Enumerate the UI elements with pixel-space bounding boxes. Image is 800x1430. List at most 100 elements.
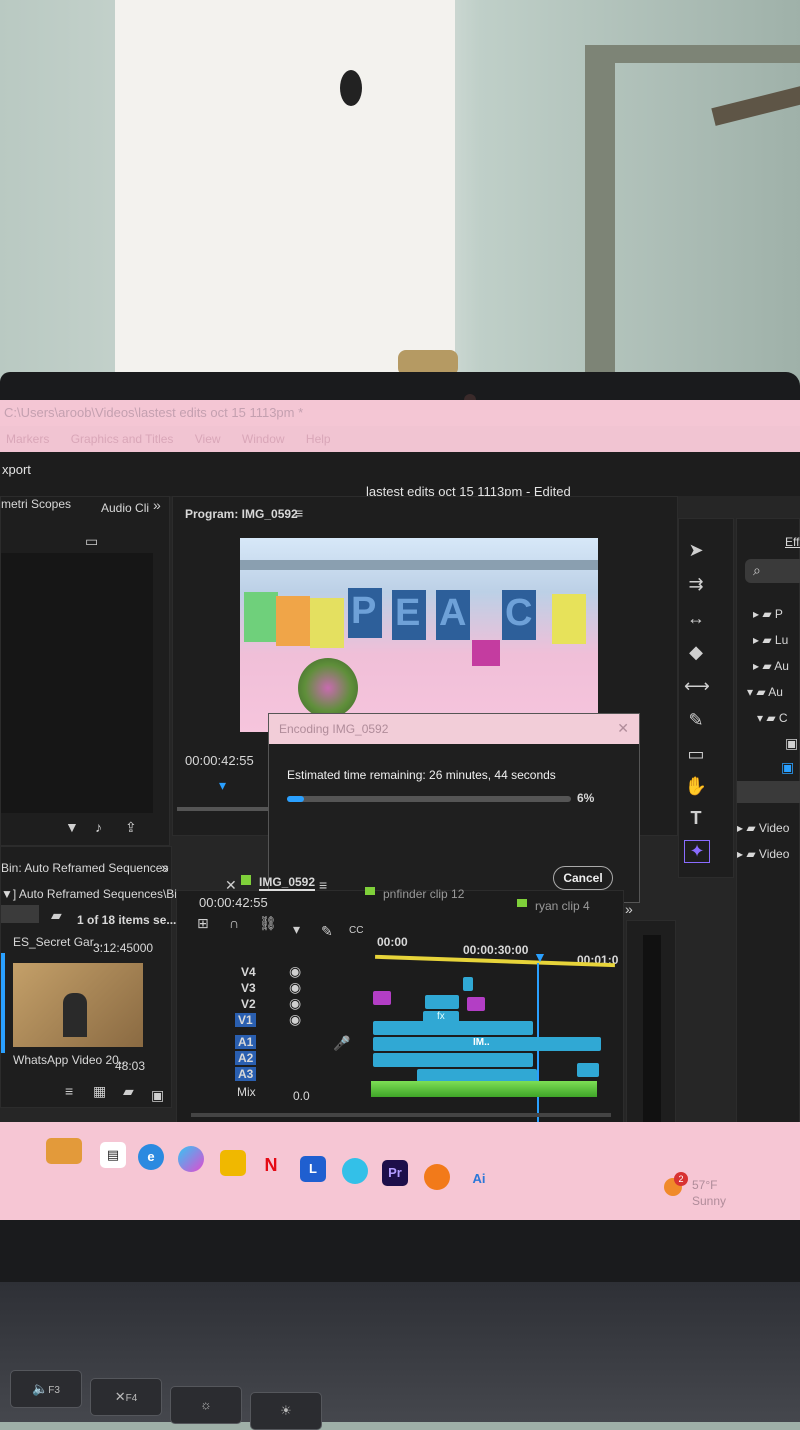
rectangle-tool-icon[interactable]: ▭ (684, 744, 708, 765)
eye-icon[interactable]: ◉ (289, 995, 301, 1012)
timeline-clip[interactable] (373, 1053, 533, 1067)
panel-overflow-icon[interactable]: » (625, 901, 633, 917)
export-tab[interactable]: xport (2, 462, 31, 477)
filter-icon[interactable]: ▼ (65, 819, 79, 835)
ripple-edit-tool-icon[interactable]: ↔ (684, 608, 708, 629)
eye-icon[interactable]: ◉ (289, 963, 301, 980)
effect-item-icon[interactable]: ▣ (785, 735, 798, 752)
cancel-button[interactable]: Cancel (553, 866, 613, 890)
menu-view[interactable]: View (195, 432, 221, 446)
timeline-scrollbar[interactable] (191, 1113, 611, 1117)
track-select-tool-icon[interactable]: ⇉ (684, 574, 708, 595)
bin-search-input[interactable] (1, 905, 39, 923)
tab-pnfinder-clip[interactable]: pnfinder clip 12 (383, 887, 464, 901)
close-icon[interactable]: ✕ (617, 720, 629, 737)
timeline-clip[interactable] (463, 977, 473, 991)
list-view-icon[interactable]: ≡ (65, 1083, 73, 1099)
track-v1[interactable]: V1 (235, 1013, 256, 1027)
key-f3[interactable]: 🔈F3 (10, 1370, 82, 1408)
folder-video-effects[interactable]: ▸ ▰ Video (737, 821, 789, 835)
bin-item-name[interactable]: ES_Secret Gar... (13, 935, 103, 949)
voiceover-mic-icon[interactable]: 🎤 (333, 1035, 350, 1052)
captions-icon[interactable]: CC (349, 925, 363, 936)
slip-tool-icon[interactable]: ⟷ (684, 676, 710, 697)
firefox-icon[interactable] (424, 1164, 450, 1190)
copilot-icon[interactable] (178, 1146, 204, 1172)
weather-temp[interactable]: 57°F (692, 1178, 717, 1192)
effect-item-selected[interactable] (737, 781, 800, 803)
task-view-icon[interactable]: ▤ (100, 1142, 126, 1168)
tab-ryan-clip[interactable]: ryan clip 4 (535, 899, 590, 913)
weather-icon[interactable]: 2 (664, 1172, 688, 1196)
linked-selection-icon[interactable]: ⛓ (259, 915, 277, 932)
new-bin-icon[interactable]: ▰ (51, 907, 62, 924)
hand-tool-icon[interactable]: ✋ (684, 776, 708, 797)
generative-tool-icon[interactable]: ✦ (684, 840, 710, 863)
track-a1[interactable]: A1 (235, 1035, 257, 1049)
sequence-menu-icon[interactable]: ≡ (319, 877, 327, 893)
key-brightness-up[interactable]: ☀ (250, 1392, 322, 1430)
premiere-pro-icon[interactable]: Pr (382, 1160, 408, 1186)
tab-lumetri-scopes[interactable]: metri Scopes (1, 497, 71, 511)
effects-search-input[interactable]: ⌕ (745, 559, 800, 583)
panel-overflow-icon[interactable]: » (153, 497, 161, 513)
track-v2[interactable]: V2 (241, 997, 256, 1011)
playhead-marker-icon[interactable]: ▾ (219, 777, 226, 794)
new-bin-icon[interactable]: ▰ (123, 1083, 134, 1100)
key-brightness-down[interactable]: ☼ (170, 1386, 242, 1424)
file-explorer-icon[interactable] (220, 1150, 246, 1176)
program-menu-icon[interactable]: ≡ (295, 505, 303, 521)
timeline-clip[interactable] (577, 1063, 599, 1077)
timeline-timecode[interactable]: 00:00:42:55 (199, 895, 268, 910)
program-timecode[interactable]: 00:00:42:55 (185, 753, 254, 768)
timeline-clip[interactable] (373, 991, 391, 1005)
folder-video-transitions[interactable]: ▸ ▰ Video (737, 847, 789, 861)
tab-img-0592[interactable]: IMG_0592 (259, 875, 316, 891)
bin-item-thumbnail[interactable] (13, 963, 143, 1047)
type-tool-icon[interactable]: T (684, 808, 708, 829)
pen-tool-icon[interactable]: ✎ (684, 710, 708, 731)
nest-sequence-icon[interactable]: ⊞ (197, 915, 209, 932)
track-v3[interactable]: V3 (241, 981, 256, 995)
snap-icon[interactable]: ∩ (229, 915, 239, 931)
weather-desc[interactable]: Sunny (692, 1194, 726, 1208)
panel-layout-icon[interactable]: ▭ (85, 533, 98, 550)
timeline-clip[interactable] (467, 997, 485, 1011)
close-icon[interactable]: ✕ (225, 877, 237, 894)
menu-graphics[interactable]: Graphics and Titles (71, 432, 174, 446)
netflix-icon[interactable]: N (258, 1152, 284, 1178)
folder-audio-transitions[interactable]: ▾ ▰ Au (747, 685, 783, 699)
folder-audio-effects[interactable]: ▸ ▰ Au (753, 659, 789, 673)
track-a2[interactable]: A2 (235, 1051, 257, 1065)
app-l-icon[interactable]: L (300, 1156, 326, 1182)
illustrator-icon[interactable]: Ai (466, 1166, 492, 1192)
tab-effects[interactable]: Effe (785, 535, 800, 549)
menu-help[interactable]: Help (306, 432, 331, 446)
export-frame-icon[interactable]: ⇪ (125, 819, 137, 836)
timeline-clip[interactable] (425, 995, 459, 1009)
folder-lumetri[interactable]: ▸ ▰ Lu (753, 633, 788, 647)
track-v4[interactable]: V4 (241, 965, 256, 979)
edge-icon[interactable]: e (138, 1144, 164, 1170)
tab-audio-clip[interactable]: Audio Cli (101, 501, 149, 515)
add-marker-icon[interactable]: ▾ (293, 921, 300, 938)
playhead-icon[interactable]: ▼ (533, 949, 547, 965)
eye-icon[interactable]: ◉ (289, 979, 301, 996)
bin-item-name[interactable]: WhatsApp Video 20... (13, 1053, 129, 1067)
mix-value[interactable]: 0.0 (293, 1089, 310, 1103)
timeline-clip[interactable]: IM.. (373, 1037, 601, 1051)
panel-overflow-icon[interactable]: » (161, 859, 169, 875)
browser-icon[interactable] (342, 1158, 368, 1184)
timeline-clip[interactable] (373, 1021, 533, 1035)
folder-presets[interactable]: ▸ ▰ P (753, 607, 783, 621)
widgets-icon[interactable] (46, 1138, 82, 1164)
settings-wrench-icon[interactable]: ✎ (321, 923, 333, 940)
subfolder[interactable]: ▾ ▰ C (757, 711, 788, 725)
icon-view-icon[interactable]: ▦ (93, 1083, 106, 1100)
key-f4[interactable]: ✕F4 (90, 1378, 162, 1416)
selection-tool-icon[interactable]: ➤ (684, 540, 708, 561)
audio-waveform[interactable] (371, 1081, 597, 1097)
track-a3[interactable]: A3 (235, 1067, 257, 1081)
new-item-icon[interactable]: ▣ (151, 1087, 164, 1104)
eye-icon[interactable]: ◉ (289, 1011, 301, 1028)
